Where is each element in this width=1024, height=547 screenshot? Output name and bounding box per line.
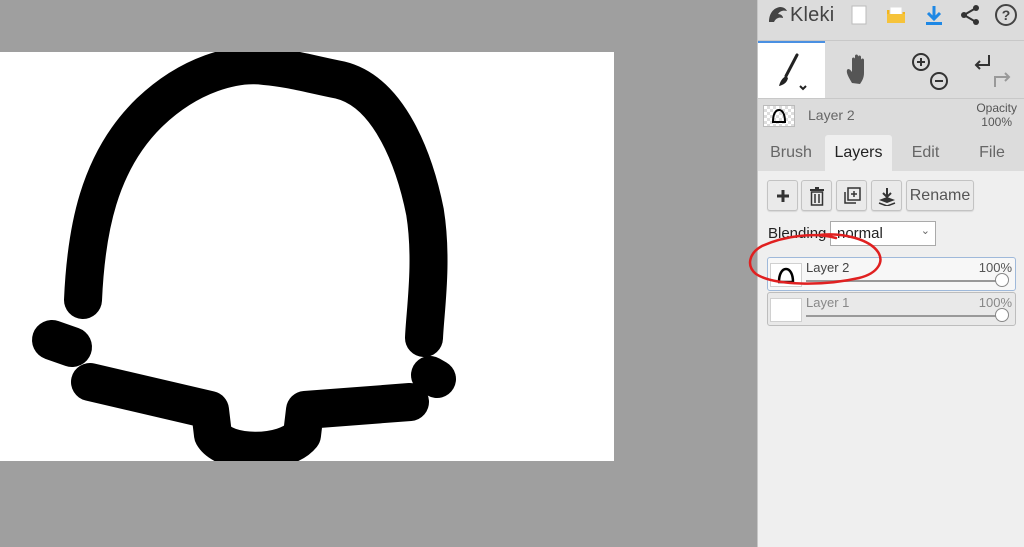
workspace[interactable]	[0, 0, 757, 547]
tab-brush[interactable]: Brush	[758, 135, 824, 171]
delete-layer-button[interactable]	[801, 180, 832, 211]
blending-select[interactable]: normal ⌄	[830, 221, 936, 246]
zoom-in-icon[interactable]	[911, 52, 930, 71]
drawing-canvas[interactable]	[0, 52, 614, 461]
chevron-down-icon	[798, 84, 807, 90]
opacity-slider-handle[interactable]	[995, 308, 1009, 322]
layers-panel: Rename Blending normal ⌄ Layer 2 100% La…	[758, 171, 1024, 547]
duplicate-layer-button[interactable]	[836, 180, 867, 211]
current-layer-name: Layer 2	[808, 107, 855, 123]
blending-value: normal	[837, 225, 883, 242]
plus-icon	[776, 189, 789, 202]
sidebar: Kleki ? Layer 2 Opacity 100% Brush Layer…	[757, 0, 1024, 547]
kleki-bird-icon	[769, 7, 787, 22]
open-folder-icon[interactable]	[884, 3, 908, 27]
opacity-slider-track[interactable]	[806, 280, 1004, 282]
current-layer-info: Layer 2 Opacity 100%	[758, 98, 1024, 132]
layer-opacity: 100%	[978, 260, 1012, 275]
opacity-label: Opacity	[976, 101, 1017, 115]
share-icon[interactable]	[958, 3, 982, 27]
top-bar: Kleki ?	[758, 0, 1024, 30]
add-layer-button[interactable]	[767, 180, 798, 211]
app-name: Kleki	[790, 3, 835, 26]
tab-edit[interactable]: Edit	[892, 135, 959, 171]
rename-label: Rename	[909, 186, 971, 204]
merge-down-icon	[878, 187, 895, 206]
undo-icon[interactable]	[974, 54, 990, 70]
hand-tool-button[interactable]	[825, 41, 892, 98]
canvas-drawing	[32, 52, 456, 461]
zoom-buttons	[892, 41, 959, 98]
panel-tabs: Brush Layers Edit File	[758, 135, 1024, 171]
rename-layer-button[interactable]: Rename	[906, 180, 974, 211]
kleki-logo[interactable]: Kleki	[766, 2, 834, 28]
undo-redo-buttons	[959, 41, 1024, 98]
opacity-value: 100%	[981, 115, 1012, 129]
current-layer-opacity: Opacity 100%	[976, 101, 1017, 129]
new-document-icon[interactable]	[847, 3, 871, 27]
trash-icon	[809, 186, 824, 206]
layer-opacity: 100%	[978, 295, 1012, 310]
layer-row-1[interactable]: Layer 1 100%	[767, 292, 1016, 326]
tab-layers[interactable]: Layers	[825, 135, 892, 171]
layer-2-thumbnail	[770, 263, 802, 287]
current-layer-thumbnail	[763, 105, 795, 127]
merge-layer-down-button[interactable]	[871, 180, 902, 211]
tool-row	[758, 40, 1024, 99]
hand-icon	[846, 54, 864, 84]
layer-name: Layer 2	[806, 260, 850, 275]
zoom-out-icon[interactable]	[929, 71, 948, 90]
download-icon[interactable]	[922, 3, 946, 27]
layer-1-thumbnail	[770, 298, 802, 322]
duplicate-icon	[843, 186, 861, 204]
blending-label: Blending	[768, 225, 827, 242]
redo-icon[interactable]	[994, 71, 1011, 87]
svg-text:?: ?	[1002, 7, 1011, 23]
opacity-slider-handle[interactable]	[995, 273, 1009, 287]
layer-row-2[interactable]: Layer 2 100%	[767, 257, 1016, 291]
brush-tool-button[interactable]	[758, 41, 825, 98]
layer-name: Layer 1	[806, 295, 850, 310]
tab-file[interactable]: File	[959, 135, 1024, 171]
brush-icon	[778, 53, 807, 90]
help-icon[interactable]: ?	[994, 3, 1018, 27]
chevron-down-icon: ⌄	[920, 225, 930, 237]
opacity-slider-track[interactable]	[806, 315, 1004, 317]
